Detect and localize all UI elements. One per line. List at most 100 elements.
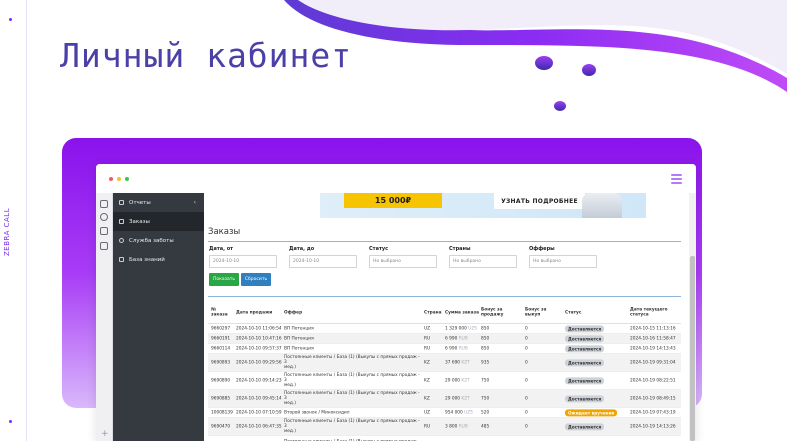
sidebar-item-orders[interactable]: Заказы bbox=[113, 212, 204, 231]
cell-bonus-buyout: 0 bbox=[525, 423, 528, 429]
brand-text: ZEBRA CALL bbox=[3, 207, 11, 256]
table-row[interactable]: 9690885 2024-10-10 09:45:14 Постоянные кли… bbox=[208, 390, 681, 408]
table-row[interactable]: 9660191 2024-10-10 10:47:16 ВП Потенция RU 6… bbox=[208, 334, 681, 344]
cell-country: KZ bbox=[424, 359, 430, 365]
window-titlebar bbox=[96, 164, 696, 193]
close-dot[interactable] bbox=[109, 176, 113, 181]
filter-date-to-label: Дата, до bbox=[289, 246, 315, 252]
sidebar-item-knowledge[interactable]: База знаний bbox=[113, 250, 204, 269]
cell-status-date: 2024-10-16 11:58:47 bbox=[630, 335, 676, 341]
screen-icon[interactable] bbox=[100, 242, 108, 250]
cell-country: RU bbox=[424, 423, 431, 429]
home-icon[interactable] bbox=[100, 200, 108, 208]
table-body: 9660297 2024-10-10 11:06:54 ВП Потенция UZ 1… bbox=[208, 324, 681, 441]
scrollbar-thumb[interactable] bbox=[690, 256, 695, 441]
banner-price: 15 000₽ bbox=[344, 193, 442, 208]
cell-status: Доставляется bbox=[565, 344, 605, 353]
cell-bonus-sale: 750 bbox=[481, 377, 490, 383]
reset-button[interactable]: Сбросить bbox=[241, 273, 271, 286]
cell-country: UZ bbox=[424, 409, 431, 415]
status-badge: Доставляется bbox=[565, 394, 605, 403]
decorative-blob bbox=[582, 64, 596, 76]
cell-country: RU bbox=[424, 345, 431, 351]
currency-code: RUB bbox=[458, 423, 468, 429]
cell-status-date: 2024-10-19 09:31:04 bbox=[630, 359, 676, 365]
currency-code: UZS bbox=[464, 409, 473, 415]
filter-offers-label: Офферы bbox=[529, 246, 555, 252]
cell-status-date: 2024-10-19 14:13:43 bbox=[630, 345, 676, 351]
cell-num: 9690890 bbox=[211, 377, 231, 383]
cell-offer: Постоянные клиенты / База (1) (Выкупы с … bbox=[284, 372, 420, 389]
cell-status-date: 2024-10-19 08:49:15 bbox=[630, 395, 676, 401]
title-divider bbox=[208, 241, 681, 242]
list-icon bbox=[119, 200, 124, 205]
presentation-slide: ZEBRA CALL Личный кабинет + Отчеты ‹ Зак… bbox=[0, 0, 787, 441]
cell-status-date: 2024-10-19 07:43:19 bbox=[630, 409, 676, 415]
sidebar-item-label: База знаний bbox=[129, 256, 165, 263]
show-button[interactable]: Показать bbox=[209, 273, 239, 286]
offers-select[interactable]: Не выбрано bbox=[529, 255, 597, 268]
rail-dot-bottom bbox=[9, 420, 12, 423]
cell-status-date: 2024-10-15 11:13:16 bbox=[630, 325, 676, 331]
doc-icon[interactable] bbox=[100, 227, 108, 235]
cell-bonus-buyout: 0 bbox=[525, 409, 528, 415]
cell-date: 2024-10-10 07:10:59 bbox=[236, 409, 282, 415]
cell-status-date: 2024-10-19 14:13:26 bbox=[630, 423, 676, 429]
cell-sum: 1 329 000 UZS bbox=[445, 325, 477, 331]
table-row[interactable]: 9690890 2024-10-10 09:14:23 Постоянные кли… bbox=[208, 372, 681, 390]
cell-offer: ВП Потенция bbox=[284, 335, 314, 341]
cell-bonus-sale: 850 bbox=[481, 325, 490, 331]
cell-date: 2024-10-10 09:57:37 bbox=[236, 345, 282, 351]
currency-code: RUB bbox=[458, 345, 468, 351]
page-title: Заказы bbox=[208, 227, 241, 237]
cell-status: Доставляется bbox=[565, 324, 605, 333]
sidebar: Отчеты ‹ Заказы Служба заботы База знани… bbox=[113, 193, 204, 441]
menu-icon[interactable] bbox=[671, 174, 682, 186]
cell-bonus-buyout: 0 bbox=[525, 359, 528, 365]
slide-title: Личный кабинет bbox=[60, 36, 353, 75]
table-row[interactable]: 9660114 2024-10-10 09:57:37 ВП Потенция RU 6… bbox=[208, 344, 681, 354]
cell-num: 9660114 bbox=[211, 345, 231, 351]
banner-cta-button[interactable]: УЗНАТЬ ПОДРОБНЕЕ bbox=[494, 193, 585, 209]
status-select[interactable]: Не выбрано bbox=[369, 255, 437, 268]
cell-date: 2024-10-10 10:47:16 bbox=[236, 335, 282, 341]
chevron-left-icon[interactable]: ‹ bbox=[194, 199, 196, 206]
cell-status: Доставляется bbox=[565, 358, 605, 367]
left-rail-line bbox=[26, 0, 27, 441]
cell-bonus-buyout: 0 bbox=[525, 345, 528, 351]
maximize-dot[interactable] bbox=[125, 176, 129, 181]
status-badge: Доставляется bbox=[565, 344, 605, 353]
scrollbar[interactable] bbox=[689, 193, 696, 441]
cell-bonus-sale: 935 bbox=[481, 359, 490, 365]
table-row[interactable]: 9660297 2024-10-10 11:06:54 ВП Потенция UZ 1… bbox=[208, 324, 681, 334]
cell-date: 2024-10-10 11:06:54 bbox=[236, 325, 282, 331]
table-row[interactable]: 10008139 2024-10-10 07:10:59 Второй звонок… bbox=[208, 408, 681, 418]
cell-date: 2024-10-10 09:45:14 bbox=[236, 395, 282, 401]
col-sale-date: Дата продажи bbox=[236, 310, 273, 316]
cell-bonus-sale: 850 bbox=[481, 345, 490, 351]
cell-status: Ожидает вручения bbox=[565, 408, 618, 417]
sidebar-item-reports[interactable]: Отчеты ‹ bbox=[113, 193, 204, 212]
play-icon[interactable] bbox=[100, 213, 108, 221]
promo-banner[interactable]: 15 000₽ УЗНАТЬ ПОДРОБНЕЕ bbox=[320, 193, 646, 218]
table-row[interactable]: 9690470 2024-10-10 06:47:35 Постоянные кли… bbox=[208, 418, 681, 436]
minimize-dot[interactable] bbox=[117, 176, 121, 181]
table-row[interactable]: 9690893 2024-10-10 09:29:56 Постоянные кли… bbox=[208, 354, 681, 372]
filter-status-label: Статус bbox=[369, 246, 389, 252]
cell-status: Доставляется bbox=[565, 394, 605, 403]
cell-country: KZ bbox=[424, 377, 430, 383]
cell-sum: 6 990 RUB bbox=[445, 345, 468, 351]
table-row[interactable]: Постоянные клиенты / База (1) (Выкупы с … bbox=[208, 436, 681, 441]
sidebar-item-support[interactable]: Служба заботы bbox=[113, 231, 204, 250]
book-icon bbox=[119, 257, 124, 262]
banner-image bbox=[582, 193, 622, 218]
date-from-input[interactable]: 2024-10-10 bbox=[209, 255, 277, 268]
country-select[interactable]: Не выбрано bbox=[449, 255, 517, 268]
cell-status-date: 2024-10-19 08:22:51 bbox=[630, 377, 676, 383]
date-to-input[interactable]: 2024-10-10 bbox=[289, 255, 357, 268]
currency-code: KZT bbox=[461, 377, 470, 383]
plus-icon[interactable]: + bbox=[101, 429, 109, 439]
cell-num: 9690470 bbox=[211, 423, 231, 429]
cell-country: KZ bbox=[424, 395, 430, 401]
cell-bonus-sale: 850 bbox=[481, 335, 490, 341]
